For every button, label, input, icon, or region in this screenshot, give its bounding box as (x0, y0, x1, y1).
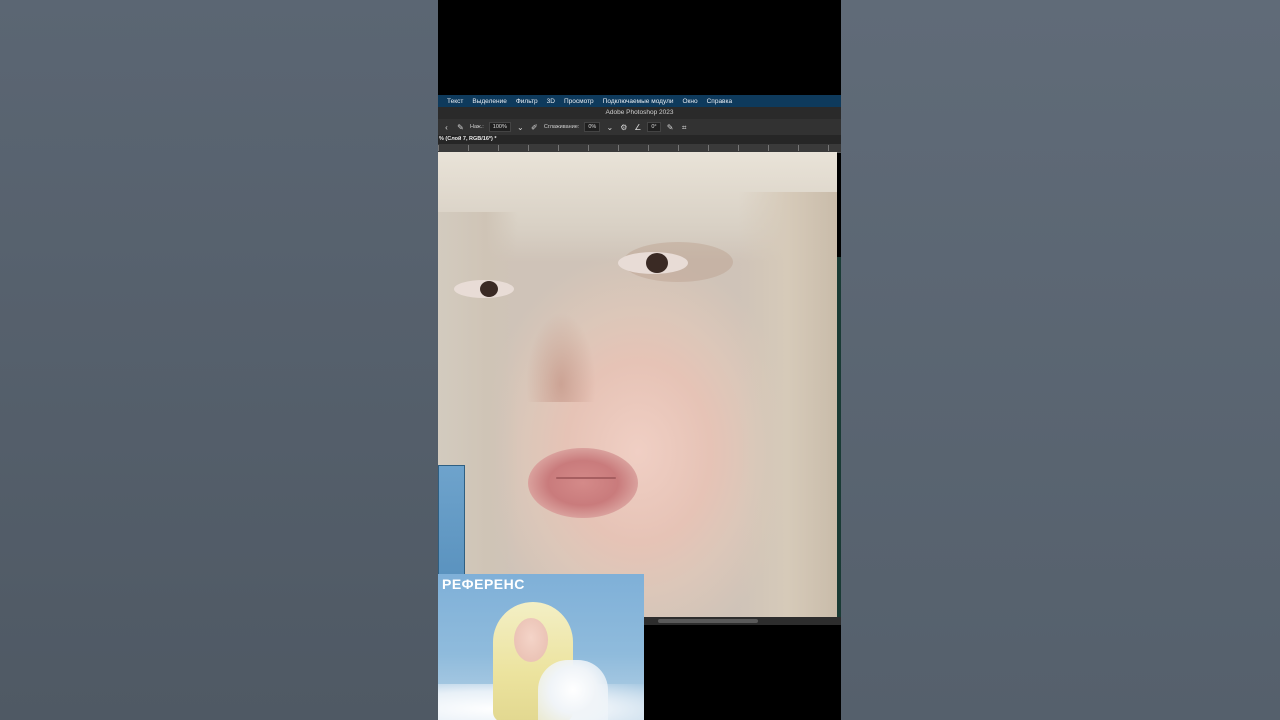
reference-lace (538, 660, 608, 720)
menu-item-view[interactable]: Просмотр (564, 98, 594, 105)
lip-line (556, 477, 616, 479)
settings-gear-icon[interactable]: ⚙ (619, 123, 628, 132)
menu-item-filter[interactable]: Фильтр (516, 98, 538, 105)
ruler-tick (468, 145, 469, 151)
menu-item-window[interactable]: Окно (683, 98, 698, 105)
opacity-label: Наж.: (470, 124, 484, 130)
chevron-down-icon[interactable]: ⌄ (516, 123, 525, 132)
ruler-tick (798, 145, 799, 151)
lips (528, 448, 638, 518)
ruler-tick (438, 145, 439, 151)
video-frame: Текст Выделение Фильтр 3D Просмотр Подкл… (438, 0, 841, 720)
smoothing-label: Сглаживание: (543, 124, 580, 130)
menu-item-3d[interactable]: 3D (547, 98, 555, 105)
brush-icon[interactable]: ✎ (456, 123, 465, 132)
hair-right (738, 192, 837, 617)
menu-item-select[interactable]: Выделение (472, 98, 506, 105)
eye-right-iris (646, 253, 668, 273)
ruler-tick (648, 145, 649, 151)
horizontal-scrollbar[interactable] (644, 617, 841, 625)
opacity-field[interactable]: 100% (488, 122, 511, 132)
reference-face (514, 618, 548, 662)
menu-item-plugins[interactable]: Подключаемые модули (603, 98, 674, 105)
horizontal-scroll-thumb[interactable] (658, 619, 758, 623)
ruler-tick (828, 145, 829, 151)
menu-bar: Текст Выделение Фильтр 3D Просмотр Подкл… (438, 95, 841, 107)
reference-image: РЕФЕРЕНС (438, 574, 644, 720)
options-bar: ‹ ✎ Наж.: 100% ⌄ ✐ Сглаживание: 0% ⌄ ⚙ ∠… (438, 119, 841, 135)
ruler-tick (738, 145, 739, 151)
pressure-icon[interactable]: ✐ (530, 123, 539, 132)
ruler-tick (558, 145, 559, 151)
chevron-left-icon[interactable]: ‹ (442, 123, 451, 132)
document-canvas[interactable] (438, 152, 837, 617)
menu-item-text[interactable]: Текст (447, 98, 463, 105)
angle-icon: ∠ (634, 122, 642, 132)
menu-item-help[interactable]: Справка (707, 98, 733, 105)
ruler-tick (498, 145, 499, 151)
ruler-tick (528, 145, 529, 151)
ruler-tick (768, 145, 769, 151)
ruler-tick (708, 145, 709, 151)
window-title: Adobe Photoshop 2023 (438, 107, 841, 119)
symmetry-icon[interactable]: ✎ (666, 123, 675, 132)
reference-label: РЕФЕРЕНС (442, 576, 525, 592)
chevron-down-icon[interactable]: ⌄ (605, 123, 614, 132)
ruler-tick (618, 145, 619, 151)
vertical-scrollbar[interactable] (837, 257, 841, 617)
nose-shading (526, 312, 596, 402)
ruler-tick (588, 145, 589, 151)
eye-left-iris (480, 281, 498, 297)
document-tab[interactable]: % (Слой 7, RGB/16*) * (438, 135, 841, 144)
smoothing-field[interactable]: 0% (584, 122, 601, 132)
ruler-tick (678, 145, 679, 151)
butterfly-icon[interactable]: ⌗ (680, 123, 689, 132)
background-left (0, 0, 438, 720)
side-preview-panel (438, 465, 465, 575)
background-right (841, 0, 1280, 720)
angle-field[interactable]: 0° (647, 122, 661, 132)
